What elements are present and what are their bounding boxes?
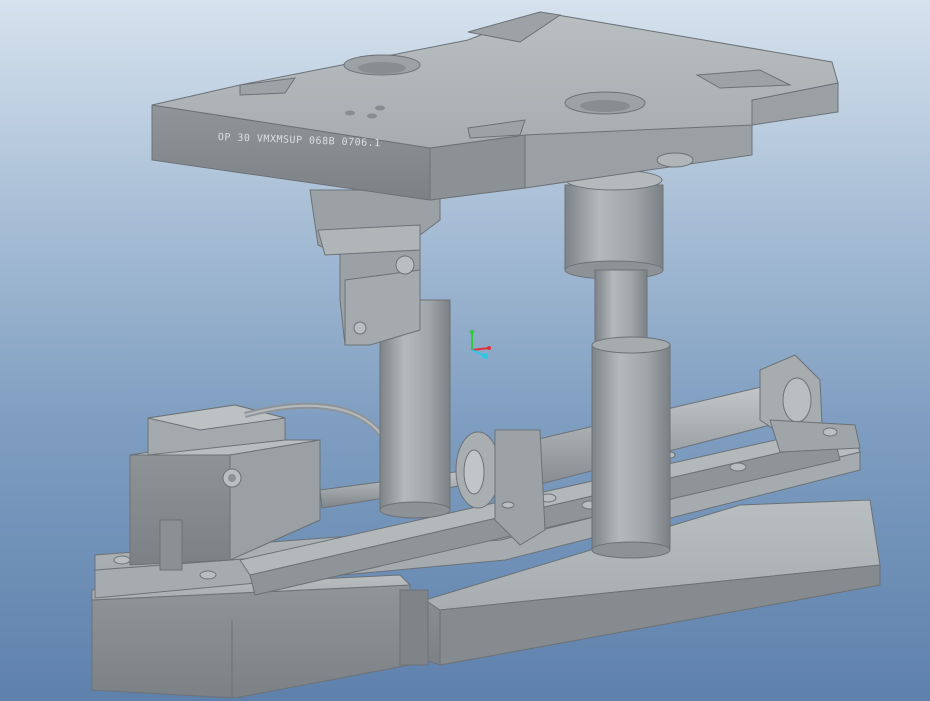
cad-3d-viewport[interactable]: OP 30 VMXMSUP 068B 0706.1 (0, 0, 930, 701)
coordinate-triad-icon (470, 330, 491, 359)
top-plate (151, 11, 839, 201)
left-vertical-post (309, 189, 451, 519)
